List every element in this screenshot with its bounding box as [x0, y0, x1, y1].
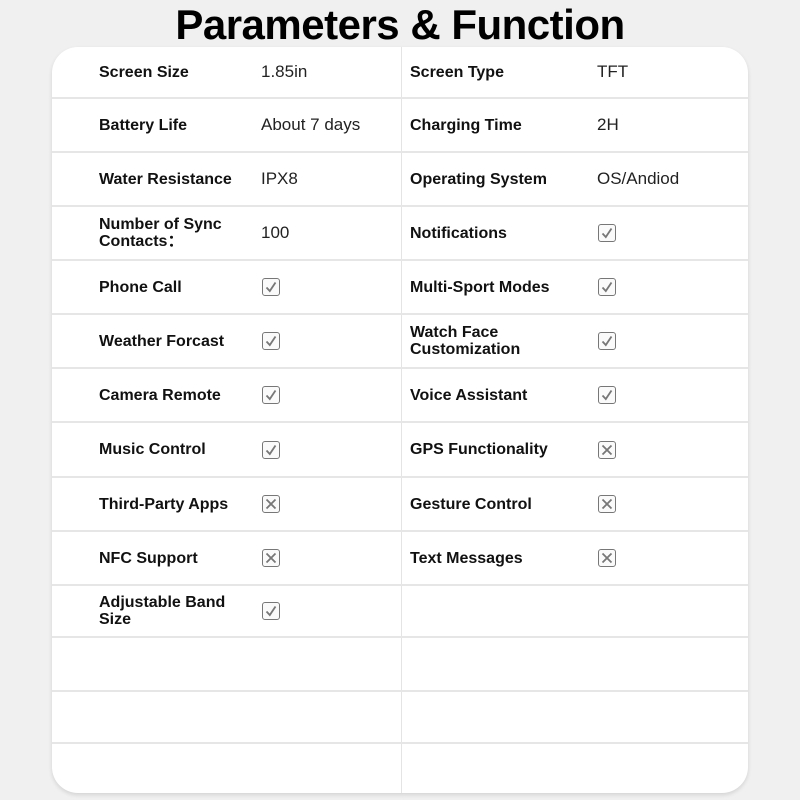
spec-value: 1.85in [261, 62, 308, 81]
checkbox-crossed-icon [598, 549, 616, 567]
checkbox-checked-icon [598, 224, 616, 242]
checkbox-checked-icon [262, 278, 280, 296]
spec-label: Battery Life [99, 116, 188, 134]
table-row: Adjustable Band Size [52, 586, 748, 638]
checkbox-checked-icon [262, 332, 280, 350]
table-row: Water Resistance IPX8 Operating System OS/A… [52, 153, 748, 207]
spec-value: 2H [597, 115, 619, 134]
spec-table: Screen Size 1.85in Screen Type TFT Battery L… [52, 47, 748, 793]
table-row [52, 692, 748, 744]
spec-label: Text Messages [410, 549, 523, 567]
checkbox-checked-icon [598, 386, 616, 404]
table-row: Battery Life About 7 days Charging Time 2H [52, 99, 748, 153]
page-title: Parameters & Function [175, 1, 625, 48]
spec-label: Number of Sync Contacts： [99, 216, 222, 250]
table-row: Number of Sync Contacts： 100 Notifications [52, 207, 748, 261]
checkbox-crossed-icon [262, 495, 280, 513]
table-row: Weather Forcast Watch Face Customization [52, 315, 748, 369]
spec-label: Screen Type [410, 63, 504, 81]
table-row [52, 744, 748, 793]
spec-label: Screen Size [99, 63, 189, 81]
checkbox-checked-icon [262, 386, 280, 404]
checkbox-crossed-icon [598, 495, 616, 513]
spec-label: Watch Face Customization [410, 324, 521, 358]
spec-label: Phone Call [99, 278, 182, 296]
checkbox-checked-icon [262, 602, 280, 620]
spec-label: Weather Forcast [99, 332, 225, 350]
spec-label: Charging Time [410, 116, 522, 134]
spec-value: TFT [597, 62, 629, 81]
checkbox-checked-icon [262, 440, 280, 459]
spec-value: IPX8 [261, 169, 298, 188]
spec-label: NFC Support [99, 549, 198, 567]
spec-label: Adjustable Band Size [99, 594, 226, 628]
table-row: Third-Party Apps Gesture Control [52, 478, 748, 532]
table-row: Camera Remote Voice Assistant [52, 369, 748, 423]
spec-label: Voice Assistant [410, 386, 528, 404]
table-row: Screen Size 1.85in Screen Type TFT [52, 47, 748, 99]
spec-label: Camera Remote [99, 386, 221, 404]
spec-value: 100 [261, 223, 290, 242]
checkbox-checked-icon [598, 332, 616, 350]
spec-label: Water Resistance [99, 170, 232, 188]
table-row: Phone Call Multi-Sport Modes [52, 261, 748, 315]
spec-value: OS/Andiod [597, 169, 680, 188]
table-row: Music Control GPS Functionality [52, 423, 748, 478]
spec-label: Notifications [410, 224, 507, 242]
spec-label: Gesture Control [410, 495, 532, 513]
spec-label: Operating System [410, 170, 547, 188]
checkbox-checked-icon [598, 278, 616, 296]
spec-label: Multi-Sport Modes [410, 278, 550, 296]
spec-label: GPS Functionality [410, 441, 548, 458]
spec-label: Music Control [99, 441, 206, 458]
table-row [52, 638, 748, 692]
checkbox-crossed-icon [262, 549, 280, 567]
table-row: NFC Support Text Messages [52, 532, 748, 586]
spec-label: Third-Party Apps [99, 495, 229, 513]
spec-value: About 7 days [261, 115, 361, 134]
checkbox-crossed-icon [598, 440, 616, 459]
